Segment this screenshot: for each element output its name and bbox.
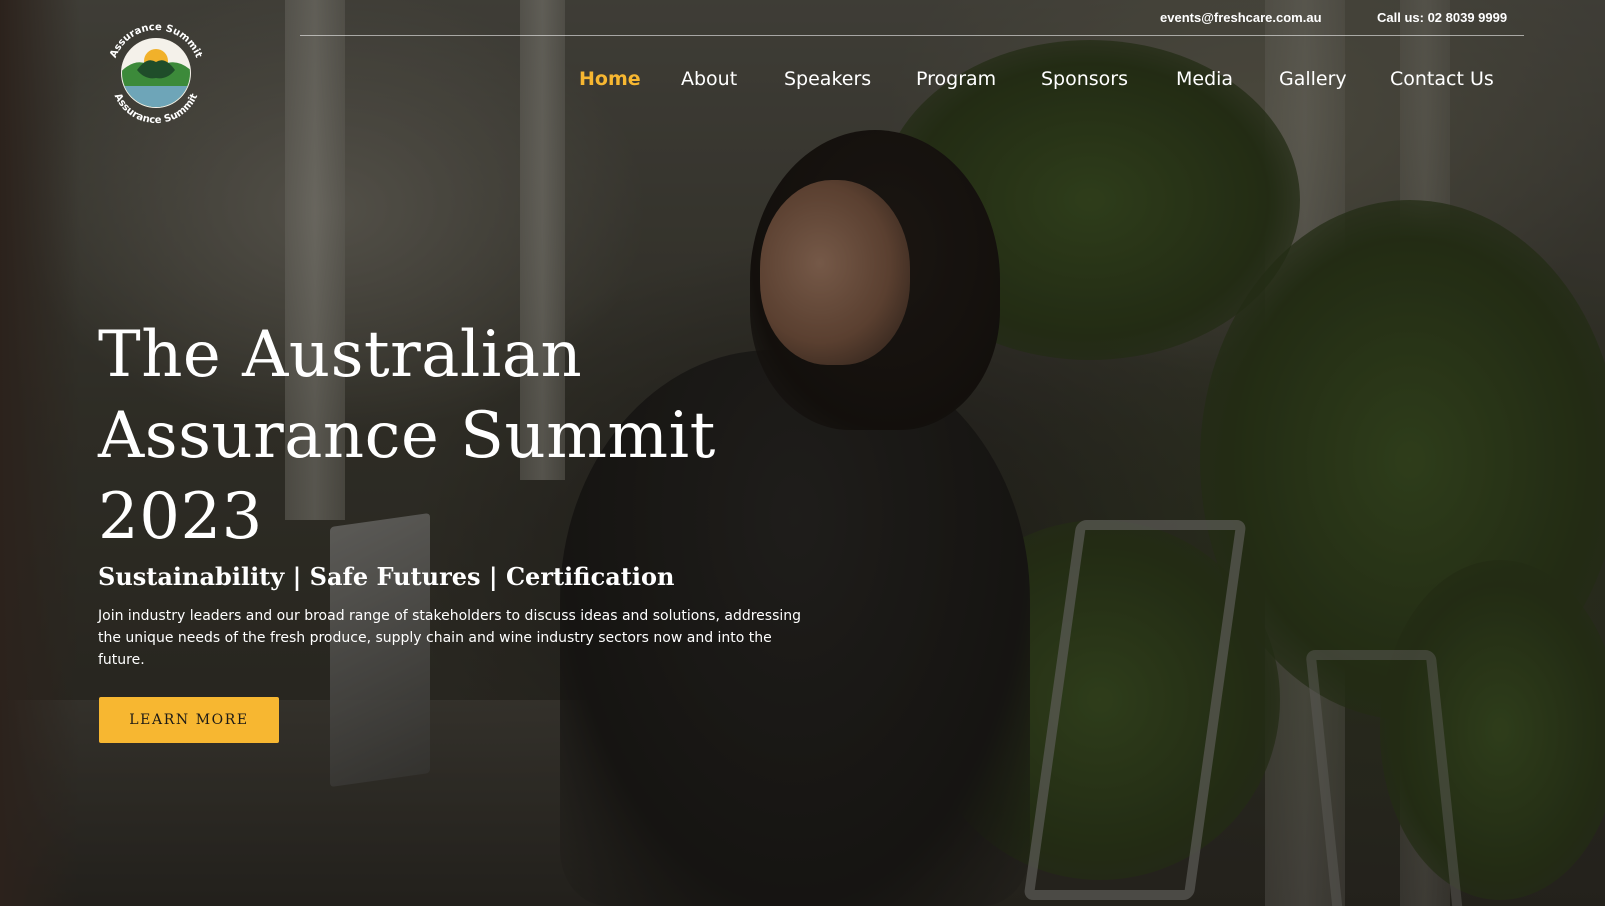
nav-gallery[interactable]: Gallery	[1279, 68, 1347, 90]
summit-logo-icon[interactable]: Assurance Summit Assurance Summit	[97, 14, 215, 132]
learn-more-button[interactable]: LEARN MORE	[99, 697, 279, 743]
hero-title: The Australian Assurance Summit 2023	[98, 315, 798, 558]
nav-about[interactable]: About	[681, 68, 737, 90]
nav-sponsors[interactable]: Sponsors	[1041, 68, 1128, 90]
hero-title-line2: Assurance Summit	[98, 399, 716, 473]
hero-subtitle: Sustainability | Safe Futures | Certific…	[98, 562, 675, 591]
phone-link[interactable]: Call us: 02 8039 9999	[1377, 10, 1507, 25]
header-divider	[300, 35, 1524, 36]
hero-title-line1: The Australian	[98, 318, 583, 392]
summit-logo-graphic: Assurance Summit Assurance Summit	[108, 22, 204, 126]
nav-media[interactable]: Media	[1176, 68, 1233, 90]
nav-speakers[interactable]: Speakers	[784, 68, 871, 90]
hero-title-line3: 2023	[98, 480, 263, 554]
hero-description: Join industry leaders and our broad rang…	[98, 608, 802, 668]
nav-contact-us[interactable]: Contact Us	[1390, 68, 1494, 90]
nav-program[interactable]: Program	[916, 68, 996, 90]
nav-home[interactable]: Home	[579, 68, 641, 90]
email-link[interactable]: events@freshcare.com.au	[1160, 10, 1322, 25]
